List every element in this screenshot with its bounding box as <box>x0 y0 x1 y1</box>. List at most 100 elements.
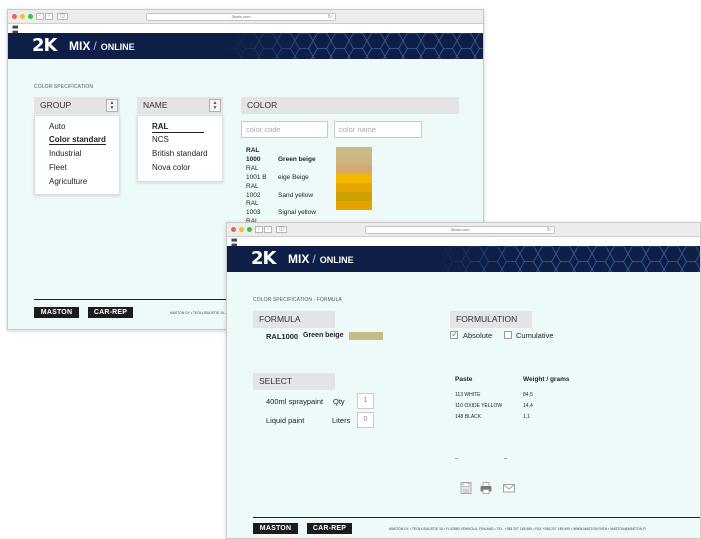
chevron-updown-icon[interactable]: ▲ ▼ <box>106 99 118 112</box>
group-option-auto[interactable]: Auto <box>49 122 65 131</box>
minimize-window-button[interactable] <box>239 227 244 232</box>
weight-column-header: Weight / grams <box>523 376 570 383</box>
carrep-logo[interactable]: CAR-REP <box>88 307 133 318</box>
color-swatch[interactable] <box>336 147 372 156</box>
color-swatch[interactable] <box>336 174 372 183</box>
group-select-label: GROUP <box>40 100 72 110</box>
logo-2k[interactable]: 2K <box>251 248 277 270</box>
close-window-button[interactable] <box>12 14 17 19</box>
paste-weight: 14,4 <box>523 403 533 409</box>
color-name: Green beige <box>278 155 316 163</box>
color-swatch[interactable] <box>336 201 372 210</box>
bookmarks-bar: ■■■■ <box>227 237 700 249</box>
color-swatch[interactable] <box>336 192 372 201</box>
select-section-header: SELECT <box>253 373 335 390</box>
maston-logo[interactable]: MASTON <box>34 307 79 318</box>
maximize-window-button[interactable] <box>28 14 33 19</box>
group-option-industrial[interactable]: Industrial <box>49 149 81 158</box>
formulation-section-header: FORMULATION <box>450 311 532 328</box>
brand-slash: / <box>93 39 97 53</box>
name-option-nova-color[interactable]: Nova color <box>152 163 190 172</box>
brand-mix: MIX <box>288 252 310 266</box>
formula-color-code: RAL1000 <box>266 332 299 341</box>
color-name: eige Beige <box>278 173 309 181</box>
color-code-input[interactable]: color code <box>241 121 328 138</box>
tabs-icon[interactable]: ◫ <box>276 226 287 233</box>
color-swatch[interactable] <box>336 156 372 165</box>
name-dropdown: RAL NCS British standard Nova color <box>137 115 223 182</box>
browser-toolbar: ‹ › ◫ 2kmix.com ↻ <box>227 223 700 237</box>
cumulative-checkbox[interactable] <box>504 331 512 339</box>
spraypaint-qty-input[interactable]: 1 <box>357 393 374 409</box>
liquid-paint-liters-input[interactable]: 0 <box>357 412 374 428</box>
back-button[interactable]: ‹ <box>255 226 263 233</box>
color-swatch[interactable] <box>336 165 372 174</box>
color-list-item[interactable]: RAL 1003 Signal yellow <box>246 200 316 218</box>
brand-mix: MIX <box>69 39 91 53</box>
group-option-color-standard[interactable]: Color standard <box>49 135 106 145</box>
print-icon[interactable] <box>479 481 493 495</box>
group-option-fleet[interactable]: Fleet <box>49 163 67 172</box>
brand-title: MIX / ONLINE <box>288 253 354 267</box>
name-option-british-standard[interactable]: British standard <box>152 149 208 158</box>
site-header: 2K MIX / ONLINE <box>8 33 483 59</box>
reload-icon[interactable]: ↻ <box>547 227 551 233</box>
brand-title: MIX / ONLINE <box>69 40 135 54</box>
color-list-item[interactable]: RAL 1001 B eige Beige <box>246 165 316 183</box>
formula-color-swatch <box>349 332 383 340</box>
chevron-updown-icon[interactable]: ▲ ▼ <box>209 99 221 112</box>
group-dropdown: Auto Color standard Industrial Fleet Agr… <box>34 115 120 195</box>
address-bar-url: 2kmix.com <box>231 14 251 19</box>
mail-icon[interactable] <box>502 481 516 495</box>
color-list-item[interactable]: RAL 1000 Green beige <box>246 147 316 165</box>
color-section-header: COLOR <box>241 97 459 114</box>
address-bar[interactable]: 2kmix.com ↻ <box>365 226 555 234</box>
name-select[interactable]: NAME ▲ ▼ <box>137 97 223 114</box>
forward-button[interactable]: › <box>45 13 53 20</box>
minimize-window-button[interactable] <box>20 14 25 19</box>
brand-slash: / <box>312 252 316 266</box>
name-option-ncs[interactable]: NCS <box>152 135 169 144</box>
color-code: RAL 1000 <box>246 147 261 163</box>
checkmark-icon: ✓ <box>451 329 459 339</box>
paste-name: 148 BLACK <box>455 414 482 420</box>
maston-logo[interactable]: MASTON <box>253 523 298 534</box>
color-swatch[interactable] <box>336 183 372 192</box>
maximize-window-button[interactable] <box>247 227 252 232</box>
hexagon-pattern-icon <box>223 33 483 59</box>
color-list-item[interactable]: RAL 1002 Sand yellow <box>246 183 316 201</box>
absolute-label: Absolute <box>463 331 493 340</box>
group-select[interactable]: GROUP ▲ ▼ <box>34 97 120 114</box>
logo-2k[interactable]: 2K <box>32 35 58 57</box>
absolute-checkbox[interactable]: ✓ <box>450 329 459 339</box>
bookmarks-bar: ■■■■ <box>8 24 483 36</box>
liquid-paint-label: Liquid paint <box>266 416 305 425</box>
save-icon[interactable] <box>459 481 473 495</box>
name-select-label: NAME <box>143 100 168 110</box>
carrep-logo[interactable]: CAR-REP <box>307 523 352 534</box>
browser-window-formula: ‹ › ◫ 2kmix.com ↻ ■■■■ 2K MIX/ONLINE <box>226 222 701 539</box>
total-paste-placeholder: -- <box>455 456 459 462</box>
footer-divider <box>253 517 700 518</box>
paste-weight: 1,1 <box>523 414 530 420</box>
liquid-paint-unit: Liters <box>332 416 351 425</box>
address-bar[interactable]: 2kmix.com ↻ <box>146 13 336 21</box>
browser-toolbar: ‹ › ◫ 2kmix.com ↻ <box>8 10 483 24</box>
window-controls <box>12 14 33 19</box>
back-button[interactable]: ‹ <box>36 13 44 20</box>
spraypaint-label: 400ml spraypaint <box>266 397 324 406</box>
site-header: 2K MIX / ONLINE <box>227 246 700 272</box>
tabs-icon[interactable]: ◫ <box>57 13 68 20</box>
group-option-agriculture[interactable]: Agriculture <box>49 177 87 186</box>
paste-name: 113 WHITE <box>455 392 481 398</box>
reload-icon[interactable]: ↻ <box>328 14 332 20</box>
color-code: RAL 1002 <box>246 182 261 199</box>
address-bar-url: 2kmix.com <box>450 227 470 232</box>
hexagon-pattern-icon <box>430 246 700 272</box>
forward-button[interactable]: › <box>264 226 272 233</box>
paste-name: 110 OXIDE YELLOW <box>455 403 503 409</box>
name-option-ral[interactable]: RAL <box>152 122 206 133</box>
footer-address: MASTON OY • TEOLLISUUSTIE 15... <box>170 311 227 315</box>
color-name-input[interactable]: color name <box>334 121 422 138</box>
close-window-button[interactable] <box>231 227 236 232</box>
